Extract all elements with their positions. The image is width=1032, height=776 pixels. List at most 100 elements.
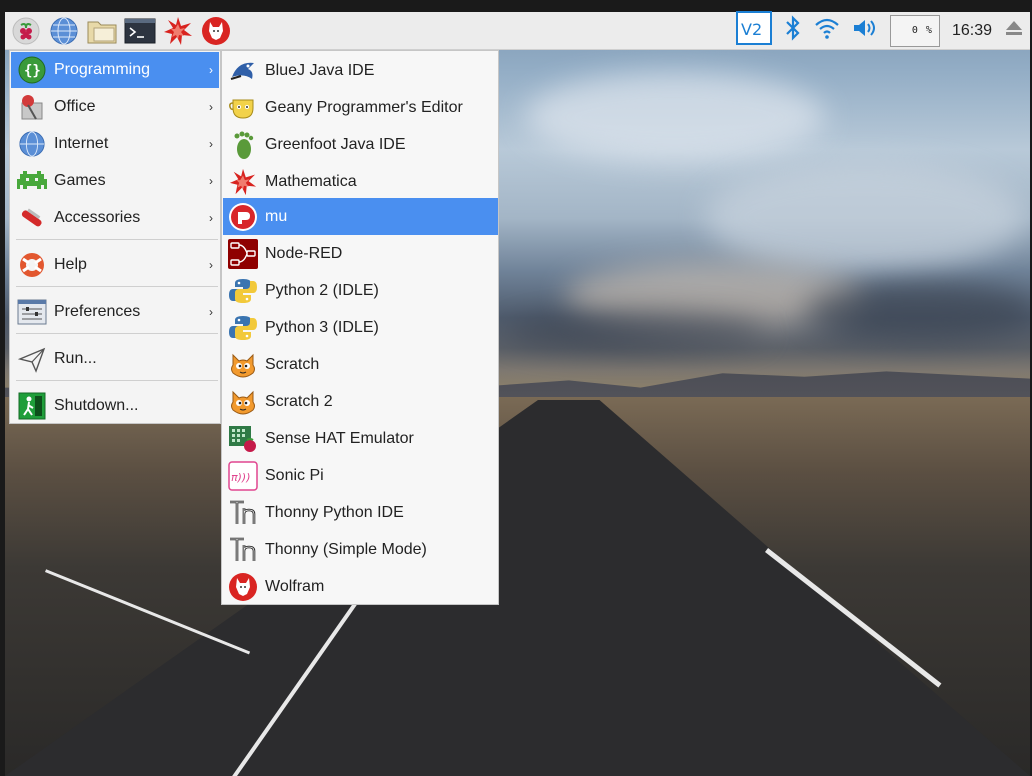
eject-button[interactable] bbox=[1004, 18, 1024, 43]
scratch-icon bbox=[227, 349, 259, 381]
menu-item-office[interactable]: Office › bbox=[11, 89, 219, 125]
menu-item-accessories[interactable]: Accessories › bbox=[11, 200, 219, 236]
submenu-item-geany[interactable]: Geany Programmer's Editor bbox=[223, 89, 498, 126]
wifi-button[interactable] bbox=[814, 16, 840, 45]
submenu-item-wolfram[interactable]: Wolfram bbox=[223, 568, 498, 605]
terminal-icon bbox=[124, 18, 156, 43]
submenu-item-label: Geany Programmer's Editor bbox=[265, 98, 463, 116]
sonic-pi-icon: π))) bbox=[227, 460, 259, 492]
web-browser-icon bbox=[50, 17, 78, 44]
submenu-item-label: Scratch 2 bbox=[265, 392, 333, 410]
submenu-item-label: Sonic Pi bbox=[265, 466, 324, 484]
mathematica-button[interactable] bbox=[161, 14, 195, 48]
volume-icon bbox=[853, 20, 875, 36]
wolfram-button[interactable] bbox=[199, 14, 233, 48]
menu-item-label: Shutdown... bbox=[54, 397, 139, 414]
svg-text:V2: V2 bbox=[741, 20, 762, 39]
menu-item-label: Games bbox=[54, 172, 106, 189]
submenu-item-label: Thonny (Simple Mode) bbox=[265, 540, 427, 558]
terminal-button[interactable] bbox=[123, 14, 157, 48]
games-icon bbox=[16, 165, 48, 197]
menu-item-run[interactable]: Run... bbox=[11, 341, 219, 377]
submenu-arrow-icon: › bbox=[209, 305, 213, 319]
submenu-item-greenfoot[interactable]: Greenfoot Java IDE bbox=[223, 126, 498, 163]
web-browser-button[interactable] bbox=[47, 14, 81, 48]
shutdown-icon bbox=[16, 390, 48, 422]
submenu-item-bluej[interactable]: BlueJ Java IDE bbox=[223, 52, 498, 89]
menu-separator bbox=[16, 380, 218, 381]
menu-item-label: Run... bbox=[54, 350, 97, 367]
file-manager-button[interactable] bbox=[85, 14, 119, 48]
submenu-item-label: Python 3 (IDLE) bbox=[265, 318, 379, 336]
submenu-arrow-icon: › bbox=[209, 100, 213, 114]
menu-item-internet[interactable]: Internet › bbox=[11, 126, 219, 162]
menu-item-shutdown[interactable]: Shutdown... bbox=[11, 388, 219, 424]
menu-item-games[interactable]: Games › bbox=[11, 163, 219, 199]
wolfram-icon bbox=[227, 571, 259, 603]
raspberry-menu-button[interactable] bbox=[9, 14, 43, 48]
clock[interactable]: 16:39 bbox=[952, 22, 992, 40]
menu-item-label: Accessories bbox=[54, 209, 141, 226]
menu-item-label: Office bbox=[54, 98, 96, 115]
vnc-button[interactable]: V2 bbox=[735, 11, 772, 50]
eject-icon bbox=[1006, 21, 1022, 35]
submenu-item-scratch[interactable]: Scratch bbox=[223, 346, 498, 383]
submenu-item-label: Scratch bbox=[265, 355, 320, 373]
thonny-icon bbox=[227, 497, 259, 529]
menu-item-label: Preferences bbox=[54, 303, 141, 320]
cpu-monitor[interactable]: 0 % bbox=[889, 14, 940, 47]
thonny-icon bbox=[227, 534, 259, 566]
submenu-item-mathematica[interactable]: Mathematica bbox=[223, 163, 498, 200]
submenu-item-label: Greenfoot Java IDE bbox=[265, 135, 406, 153]
vnc-icon: V2 bbox=[735, 11, 772, 45]
submenu-item-python2[interactable]: Python 2 (IDLE) bbox=[223, 272, 498, 309]
menu-separator bbox=[16, 239, 218, 240]
greenfoot-icon bbox=[227, 129, 259, 161]
bluej-icon bbox=[227, 55, 259, 87]
submenu-arrow-icon: › bbox=[209, 137, 213, 151]
submenu-item-mu[interactable]: mu bbox=[223, 198, 498, 235]
submenu-arrow-icon: › bbox=[209, 258, 213, 272]
submenu-arrow-icon: › bbox=[209, 211, 213, 225]
submenu-item-thonny[interactable]: Thonny Python IDE bbox=[223, 494, 498, 531]
submenu-item-label: Python 2 (IDLE) bbox=[265, 281, 379, 299]
menu-item-label: Help bbox=[54, 256, 87, 273]
mathematica-icon bbox=[227, 166, 259, 198]
submenu-item-sense-hat[interactable]: Sense HAT Emulator bbox=[223, 420, 498, 457]
bluetooth-button[interactable] bbox=[784, 15, 802, 46]
submenu-item-scratch2[interactable]: Scratch 2 bbox=[223, 383, 498, 420]
sense-hat-icon bbox=[227, 423, 259, 455]
menu-item-label: Internet bbox=[54, 135, 109, 152]
programming-icon: {} bbox=[16, 54, 48, 86]
submenu-item-python3[interactable]: Python 3 (IDLE) bbox=[223, 309, 498, 346]
raspberry-menu-icon bbox=[12, 17, 40, 44]
internet-icon bbox=[16, 128, 48, 160]
submenu-item-label: Thonny Python IDE bbox=[265, 503, 404, 521]
office-icon bbox=[16, 91, 48, 123]
volume-button[interactable] bbox=[852, 16, 878, 45]
top-panel: V2 0 % 16:39 bbox=[5, 11, 1030, 50]
menu-item-label: Programming bbox=[54, 61, 151, 78]
submenu-arrow-icon: › bbox=[209, 174, 213, 188]
programming-submenu: BlueJ Java IDE Geany Programmer's Editor… bbox=[221, 50, 499, 605]
mu-icon bbox=[227, 201, 259, 233]
submenu-item-node-red[interactable]: Node-RED bbox=[223, 235, 498, 272]
bluetooth-icon bbox=[786, 15, 800, 41]
submenu-item-label: mu bbox=[265, 207, 288, 225]
node-red-icon bbox=[227, 238, 259, 270]
submenu-item-label: BlueJ Java IDE bbox=[265, 61, 375, 79]
accessories-icon bbox=[16, 202, 48, 234]
svg-text:{}: {} bbox=[24, 63, 41, 79]
cpu-usage-text: 0 % bbox=[911, 25, 933, 36]
preferences-icon bbox=[16, 296, 48, 328]
menu-item-programming[interactable]: {} Programming › bbox=[11, 52, 219, 88]
submenu-item-sonic-pi[interactable]: π))) Sonic Pi bbox=[223, 457, 498, 494]
submenu-item-label: Sense HAT Emulator bbox=[265, 429, 414, 447]
menu-item-help[interactable]: Help › bbox=[11, 247, 219, 283]
submenu-item-thonny-simple[interactable]: Thonny (Simple Mode) bbox=[223, 531, 498, 568]
scratch-icon bbox=[227, 386, 259, 418]
menu-separator bbox=[16, 333, 218, 334]
menu-item-preferences[interactable]: Preferences › bbox=[11, 294, 219, 330]
python-icon bbox=[227, 275, 259, 307]
mathematica-icon bbox=[164, 16, 192, 45]
